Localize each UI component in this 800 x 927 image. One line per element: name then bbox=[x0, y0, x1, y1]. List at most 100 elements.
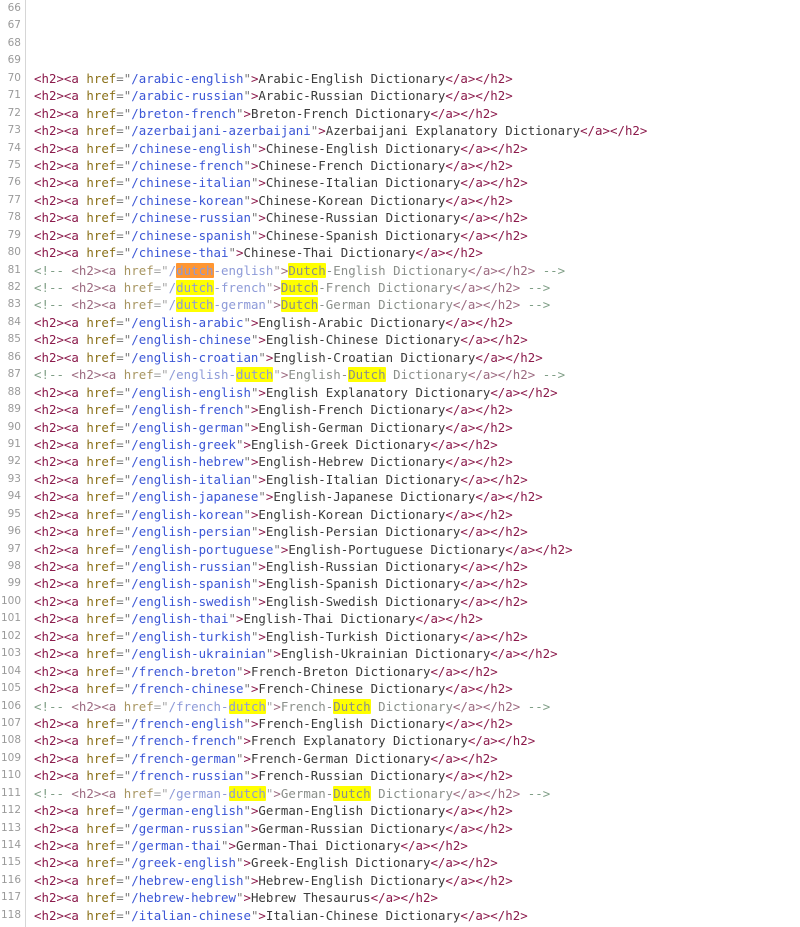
code-line-content: <!-- <h2><a href="/english-dutch">Englis… bbox=[25, 366, 565, 383]
code-token-tag: </a></h2> bbox=[370, 890, 438, 906]
code-line[interactable]: 93 <h2><a href="/english-italian">English… bbox=[0, 471, 800, 488]
code-line-content: <h2><a href="/english-portuguese">Englis… bbox=[25, 541, 573, 558]
code-line[interactable]: 90 <h2><a href="/english-german">English-… bbox=[0, 419, 800, 436]
code-line[interactable]: 74 <h2><a href="/chinese-english">Chinese… bbox=[0, 140, 800, 157]
search-match[interactable]: dutch bbox=[176, 297, 214, 313]
search-match[interactable]: dutch bbox=[228, 785, 266, 801]
code-token-text: Dictionary bbox=[370, 698, 453, 714]
code-line[interactable]: 78 <h2><a href="/chinese-russian">Chinese… bbox=[0, 209, 800, 226]
code-line[interactable]: 70 <h2><a href="/arabic-english">Arabic-E… bbox=[0, 70, 800, 87]
code-line[interactable]: 79 <h2><a href="/chinese-spanish">Chinese… bbox=[0, 227, 800, 244]
line-number: 113 bbox=[0, 821, 21, 834]
code-line[interactable]: 75 <h2><a href="/chinese-french">Chinese-… bbox=[0, 157, 800, 174]
code-line[interactable]: 95 <h2><a href="/english-korean">English-… bbox=[0, 506, 800, 523]
code-line[interactable]: 83 <!-- <h2><a href="/dutch-german">Dutch… bbox=[0, 296, 800, 313]
code-token-tag: > bbox=[258, 628, 266, 644]
code-line-content: <h2><a href="/chinese-spanish">Chinese-S… bbox=[25, 227, 528, 244]
code-line[interactable]: 96 <h2><a href="/english-persian">English… bbox=[0, 523, 800, 540]
code-line[interactable]: 94 <h2><a href="/english-japanese">Englis… bbox=[0, 488, 800, 505]
code-token-text: English-Portuguese Dictionary bbox=[288, 541, 506, 557]
code-token-string: /german-thai bbox=[131, 838, 222, 853]
line-number: 78 bbox=[7, 211, 21, 224]
code-line[interactable]: 100 <h2><a href="/english-swedish">Englis… bbox=[0, 593, 800, 610]
code-line[interactable]: 82 <!-- <h2><a href="/dutch-french">Dutch… bbox=[0, 279, 800, 296]
code-token-attr: href bbox=[123, 698, 154, 714]
code-line[interactable]: 72 <h2><a href="/breton-french">Breton-Fr… bbox=[0, 105, 800, 122]
code-line[interactable]: 106 <!-- <h2><a href="/french-dutch">Fren… bbox=[0, 698, 800, 715]
code-line[interactable]: 108 <h2><a href="/french-french">French E… bbox=[0, 732, 800, 749]
code-line[interactable]: 98 <h2><a href="/english-russian">English… bbox=[0, 558, 800, 575]
code-line[interactable]: 84 <h2><a href="/english-arabic">English-… bbox=[0, 314, 800, 331]
code-token-punct: " bbox=[243, 88, 251, 104]
code-line-content: <h2><a href="/french-breton">French-Bret… bbox=[25, 663, 498, 680]
code-line[interactable]: 97 <h2><a href="/english-portuguese">Engl… bbox=[0, 541, 800, 558]
code-line[interactable]: 111 <!-- <h2><a href="/german-dutch">Germ… bbox=[0, 785, 800, 802]
code-token-punct: =" bbox=[116, 245, 132, 261]
code-line[interactable]: 109 <h2><a href="/french-german">French-G… bbox=[0, 750, 800, 767]
code-line[interactable]: 110 <h2><a href="/french-russian">French-… bbox=[0, 767, 800, 784]
code-line[interactable]: 85 <h2><a href="/english-chinese">English… bbox=[0, 331, 800, 348]
line-number: 90 bbox=[7, 420, 21, 433]
code-token-string: /english-spanish bbox=[131, 576, 251, 592]
line-number: 112 bbox=[0, 804, 21, 817]
code-line[interactable]: 89 <h2><a href="/english-french">English-… bbox=[0, 401, 800, 418]
code-line[interactable]: 88 <h2><a href="/english-english">English… bbox=[0, 384, 800, 401]
code-line[interactable]: 105 <h2><a href="/french-chinese">French-… bbox=[0, 680, 800, 697]
search-match[interactable]: dutch bbox=[176, 280, 214, 295]
code-line[interactable]: 107 <h2><a href="/french-english">French-… bbox=[0, 715, 800, 732]
code-line[interactable]: 115 <h2><a href="/greek-english">Greek-En… bbox=[0, 854, 800, 871]
search-match[interactable]: Dutch bbox=[348, 367, 386, 383]
code-token-string: /french-german bbox=[131, 750, 236, 766]
code-token-comment: <!-- bbox=[34, 785, 72, 801]
code-line[interactable]: 101 <h2><a href="/english-thai">English-T… bbox=[0, 610, 800, 627]
code-token-attr: href bbox=[86, 332, 117, 348]
code-token-punct: =" bbox=[116, 192, 132, 208]
search-match-current[interactable]: dutch bbox=[176, 262, 214, 278]
code-line[interactable]: 112 <h2><a href="/german-english">German-… bbox=[0, 802, 800, 819]
code-line[interactable]: 117 <h2><a href="/hebrew-hebrew">Hebrew T… bbox=[0, 889, 800, 906]
code-token-string: /english-italian bbox=[131, 471, 251, 487]
code-line[interactable]: 66 bbox=[0, 0, 800, 17]
code-line[interactable]: 68 bbox=[0, 35, 800, 52]
search-match[interactable]: dutch bbox=[228, 698, 266, 714]
code-token-tag: > bbox=[243, 855, 251, 871]
code-line[interactable]: 69 bbox=[0, 52, 800, 69]
code-token-punct: =" bbox=[116, 750, 132, 766]
code-token-tag: <h2><a bbox=[71, 367, 124, 383]
search-match[interactable]: Dutch bbox=[333, 785, 371, 801]
code-token-punct: =" bbox=[116, 506, 132, 522]
code-line[interactable]: 92 <h2><a href="/english-hebrew">English-… bbox=[0, 453, 800, 470]
code-line[interactable]: 76 <h2><a href="/chinese-italian">Chinese… bbox=[0, 174, 800, 191]
code-line[interactable]: 99 <h2><a href="/english-spanish">English… bbox=[0, 575, 800, 592]
code-line-content: <h2><a href="/english-ukrainian">English… bbox=[25, 645, 558, 662]
code-line[interactable]: 81 <!-- <h2><a href="/dutch-english">Dutc… bbox=[0, 262, 800, 279]
code-line[interactable]: 67 bbox=[0, 17, 800, 34]
code-line[interactable]: 113 <h2><a href="/german-russian">German-… bbox=[0, 820, 800, 837]
code-line[interactable]: 118 <h2><a href="/italian-chinese">Italia… bbox=[0, 907, 800, 924]
code-line[interactable]: 103 <h2><a href="/english-ukrainian">Engl… bbox=[0, 645, 800, 662]
code-line[interactable]: 116 <h2><a href="/hebrew-english">Hebrew-… bbox=[0, 872, 800, 889]
code-line[interactable]: 71 <h2><a href="/arabic-russian">Arabic-R… bbox=[0, 87, 800, 104]
code-line[interactable]: 77 <h2><a href="/chinese-korean">Chinese-… bbox=[0, 192, 800, 209]
code-token-tag: <h2><a bbox=[34, 593, 87, 609]
code-source-viewer[interactable]: 66 67 68 69 70 <h2><a href="/arabic-english">… bbox=[0, 0, 800, 927]
code-line[interactable]: 87 <!-- <h2><a href="/english-dutch">Engl… bbox=[0, 366, 800, 383]
code-token-tag: <h2><a bbox=[34, 663, 87, 679]
code-line-content: <h2><a href="/chinese-russian">Chinese-R… bbox=[25, 209, 528, 226]
code-line[interactable]: 114 <h2><a href="/german-thai">German-Tha… bbox=[0, 837, 800, 854]
code-line[interactable]: 102 <h2><a href="/english-turkish">Englis… bbox=[0, 628, 800, 645]
line-number: 66 bbox=[7, 2, 21, 14]
search-match[interactable]: dutch bbox=[235, 367, 274, 383]
code-line[interactable]: 91 <h2><a href="/english-greek">English-G… bbox=[0, 436, 800, 453]
search-match[interactable]: Dutch bbox=[280, 297, 319, 313]
code-token-string: /arabic-russian bbox=[131, 88, 244, 104]
code-line[interactable]: 73 <h2><a href="/azerbaijani-azerbaijani"… bbox=[0, 122, 800, 139]
code-line[interactable]: 104 <h2><a href="/french-breton">French-B… bbox=[0, 663, 800, 680]
search-match[interactable]: Dutch bbox=[288, 262, 326, 278]
code-token-punct: =" bbox=[116, 349, 132, 365]
search-match[interactable]: Dutch bbox=[333, 698, 371, 714]
code-line[interactable]: 80 <h2><a href="/chinese-thai">Chinese-Th… bbox=[0, 244, 800, 261]
code-line[interactable]: 86 <h2><a href="/english-croatian">Englis… bbox=[0, 349, 800, 366]
search-match[interactable]: Dutch bbox=[280, 280, 319, 295]
code-token-attr: href bbox=[123, 367, 154, 383]
